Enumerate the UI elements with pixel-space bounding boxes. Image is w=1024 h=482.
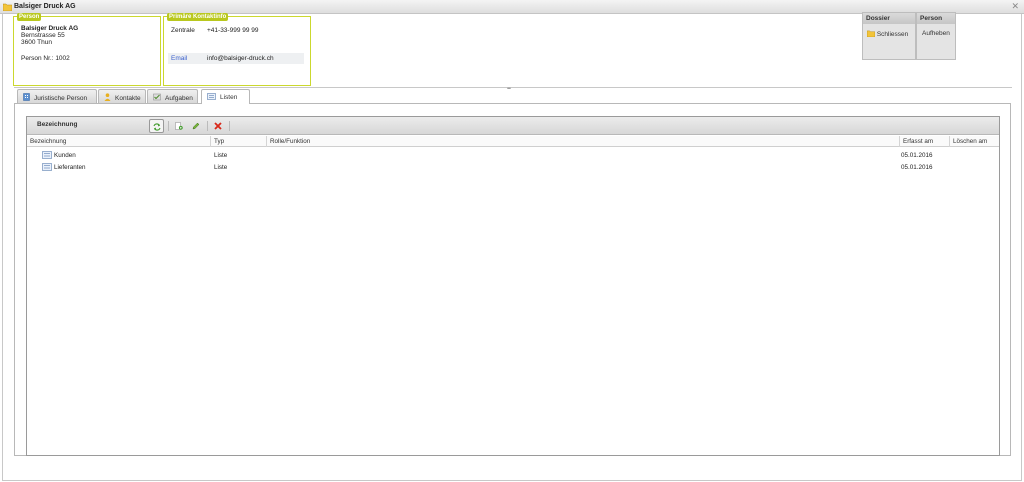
building-icon [23, 93, 30, 103]
tasks-icon [153, 93, 161, 103]
contact-box-legend: Primäre Kontaktinfo [167, 13, 229, 21]
email-label[interactable]: Email [171, 55, 187, 62]
list-icon [42, 151, 52, 161]
tab-label: Kontakte [115, 95, 141, 102]
column-header-bezeichnung[interactable]: Bezeichnung [30, 138, 66, 145]
person-box: Person Balsiger Druck AG Bernstrasse 55 … [13, 13, 161, 86]
refresh-button[interactable] [149, 119, 164, 133]
row-erfasst: 05.01.2016 [901, 152, 933, 159]
pencil-icon [192, 122, 200, 130]
grid-toolbar: Bezeichnung [27, 117, 999, 135]
tab-juristische-person[interactable]: Juristische Person [17, 89, 97, 103]
column-header-rolle[interactable]: Rolle/Funktion [270, 138, 310, 145]
row-typ: Liste [214, 164, 228, 171]
splitter-grip[interactable]: •••• [507, 86, 511, 92]
close-icon[interactable]: ✕ [1011, 1, 1019, 12]
person-number: Person Nr.: 1002 [21, 55, 70, 62]
column-header-typ[interactable]: Typ [214, 138, 224, 145]
toolbar-separator [229, 121, 230, 131]
column-separator [949, 136, 950, 147]
dossier-action-box: Dossier Schliessen [862, 12, 916, 60]
folder-icon [866, 30, 876, 38]
folder-icon [2, 3, 13, 13]
grid-header-row: Bezeichnung Typ Rolle/Funktion Erfasst a… [27, 136, 999, 147]
tab-aufgaben[interactable]: Aufgaben [147, 89, 198, 103]
row-typ: Liste [214, 152, 228, 159]
edit-button[interactable] [189, 119, 204, 133]
toolbar-separator [207, 121, 208, 131]
person-action-box: Person Aufheben [916, 12, 956, 60]
tab-listen[interactable]: Listen [201, 89, 250, 104]
tab-kontakte[interactable]: Kontakte [98, 89, 146, 103]
row-name: Kunden [54, 152, 76, 159]
row-erfasst: 05.01.2016 [901, 164, 933, 171]
person-name: Balsiger Druck AG [21, 25, 79, 32]
column-separator [266, 136, 267, 147]
tab-label: Juristische Person [34, 95, 88, 102]
phone-value: +41-33-999 99 99 [207, 27, 259, 34]
close-dossier-button[interactable]: Schliessen [866, 30, 909, 38]
column-header-erfasst[interactable]: Erfasst am [903, 138, 933, 145]
close-dossier-label: Schliessen [876, 31, 909, 38]
tab-label: Aufgaben [165, 95, 193, 102]
delete-button[interactable] [211, 119, 226, 133]
phone-label: Zentrale [171, 27, 195, 34]
list-icon [207, 93, 216, 102]
person-street: Bernstrasse 55 [21, 32, 65, 39]
contact-info-box: Primäre Kontaktinfo Zentrale +41-33-999 … [163, 13, 311, 86]
dossier-header: Dossier [863, 13, 915, 24]
person-city: 3600 Thun [21, 39, 52, 46]
delete-icon [214, 122, 222, 130]
person-header: Person [917, 13, 955, 24]
panel-splitter[interactable]: •••• [14, 86, 1012, 92]
release-person-button[interactable]: Aufheben [922, 30, 950, 37]
refresh-icon [153, 123, 161, 131]
toolbar-separator [168, 121, 169, 131]
add-document-button[interactable] [172, 119, 187, 133]
person-box-legend: Person [17, 13, 42, 21]
column-separator [210, 136, 211, 147]
person-icon [104, 93, 111, 103]
window-title: Balsiger Druck AG [14, 3, 76, 10]
column-separator [899, 136, 900, 147]
tab-label: Listen [220, 94, 238, 101]
column-header-loeschen[interactable]: Löschen am [953, 138, 987, 145]
lists-grid: Bezeichnung Bezeichnung Typ Rolle/Funkti… [26, 116, 1000, 456]
grid-title: Bezeichnung [37, 121, 78, 128]
add-document-icon [175, 122, 183, 130]
email-value[interactable]: info@balsiger-druck.ch [207, 55, 274, 62]
tab-underline [14, 103, 1011, 104]
row-name: Lieferanten [54, 164, 86, 171]
table-row[interactable]: Kunden Liste 05.01.2016 [27, 149, 999, 161]
table-row[interactable]: Lieferanten Liste 05.01.2016 [27, 161, 999, 173]
list-icon [42, 163, 52, 173]
